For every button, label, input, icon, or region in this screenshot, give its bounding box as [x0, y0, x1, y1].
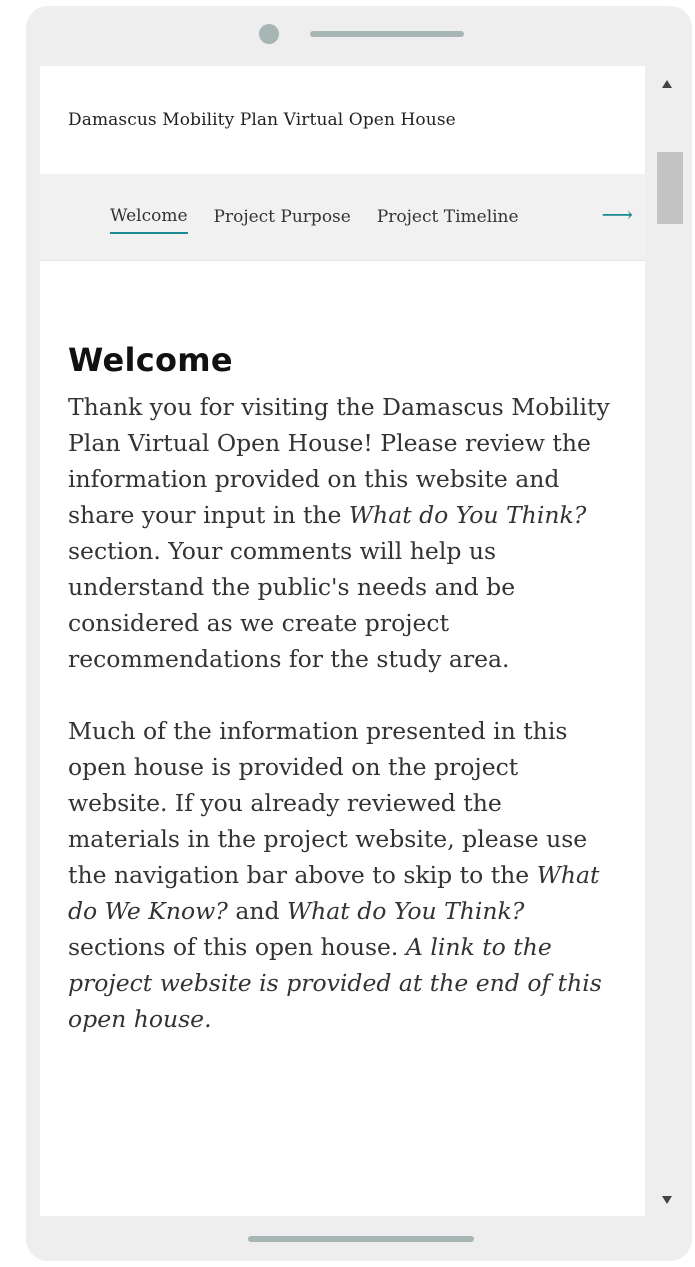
welcome-paragraph-1: Thank you for visiting the Damascus Mobi…: [68, 389, 621, 677]
tab-project-timeline[interactable]: Project Timeline: [377, 201, 519, 233]
app-screen: Damascus Mobility Plan Virtual Open Hous…: [40, 66, 645, 1216]
p2-text-a: Much of the information presented in thi…: [68, 717, 588, 889]
p2-what-do-you-think: What do You Think?: [286, 897, 525, 925]
p1-text-c: section. Your comments will help us unde…: [68, 537, 516, 673]
nav-tabs: Welcome Project Purpose Project Timeline: [110, 174, 590, 260]
p2-text-e: sections of this open house.: [68, 933, 406, 961]
section-heading: Welcome: [68, 341, 233, 379]
p2-text-c: and: [227, 897, 287, 925]
welcome-section: Welcome Thank you for visiting the Damas…: [40, 261, 645, 1037]
tab-project-purpose[interactable]: Project Purpose: [214, 201, 351, 233]
section-nav-bar: Welcome Project Purpose Project Timeline…: [40, 174, 645, 261]
device-frame: Damascus Mobility Plan Virtual Open Hous…: [26, 6, 692, 1261]
scroll-up-arrow-icon[interactable]: [662, 80, 672, 88]
scroll-down-arrow-icon[interactable]: [662, 1196, 672, 1204]
scroll-thumb[interactable]: [657, 152, 683, 224]
arrow-right-icon[interactable]: ⟶: [601, 202, 633, 230]
welcome-paragraph-2: Much of the information presented in thi…: [68, 713, 621, 1037]
camera-dot: [259, 24, 279, 44]
app-title: Damascus Mobility Plan Virtual Open Hous…: [68, 110, 456, 130]
vertical-scrollbar[interactable]: [645, 66, 692, 1216]
home-indicator-bar: [248, 1236, 474, 1242]
speaker-bar: [310, 31, 464, 37]
p1-what-do-you-think: What do You Think?: [348, 501, 587, 529]
app-header: Damascus Mobility Plan Virtual Open Hous…: [40, 66, 645, 174]
tab-welcome[interactable]: Welcome: [110, 200, 188, 234]
